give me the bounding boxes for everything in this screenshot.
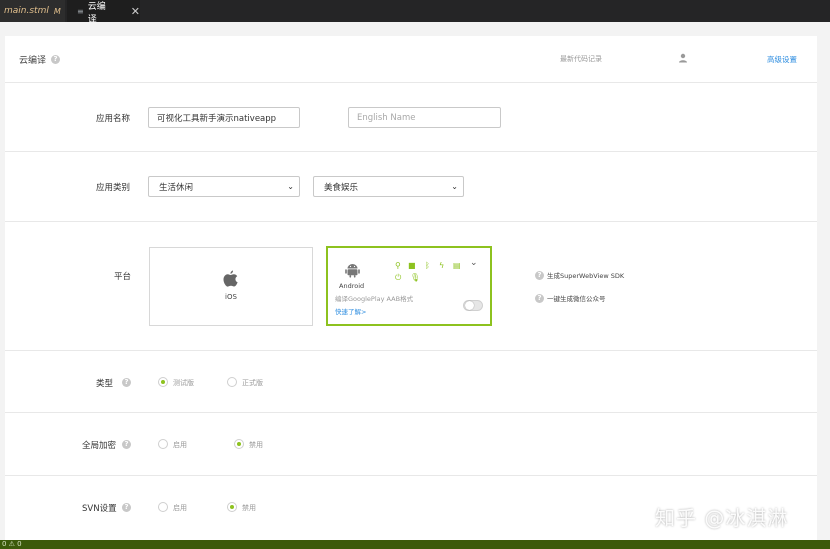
location-icon: ⚲ xyxy=(395,261,401,270)
power-icon: ⏻ xyxy=(395,273,402,282)
page-title: 云编译 ? xyxy=(19,53,61,66)
camera-icon: ■ xyxy=(408,261,416,270)
latest-code-link[interactable]: 最新代码记录 xyxy=(560,54,602,64)
category-primary-value: 生活休闲 xyxy=(159,182,194,193)
user-icon[interactable] xyxy=(678,53,688,63)
status-bar: 0 ⚠ 0 xyxy=(0,540,830,549)
aab-toggle[interactable] xyxy=(463,300,483,311)
android-platform-card[interactable]: Android ⚲ ■ ᛒ ϟ ▤ ⌄ ⏻ 🎙 编译GooglePlay AAB… xyxy=(326,246,492,326)
encryption-disable-label: 禁用 xyxy=(249,441,263,449)
app-name-label: 应用名称 xyxy=(96,114,131,124)
radio-encryption-enable[interactable] xyxy=(158,439,168,449)
editor-tab-bar: main.stml M ≡ 云编译 ✕ xyxy=(0,0,830,25)
radio-encryption-disable[interactable] xyxy=(234,439,244,449)
encryption-enable-label: 启用 xyxy=(173,441,187,449)
sdcard-icon: ▤ xyxy=(453,261,461,270)
close-icon[interactable]: ✕ xyxy=(131,5,140,18)
learn-more-link[interactable]: 快速了解> xyxy=(335,306,366,316)
watermark: 知乎 @冰淇淋 xyxy=(655,506,789,530)
build-type-row: 类型 ? 测试版 正式版 xyxy=(5,351,817,413)
microphone-icon: 🎙 xyxy=(410,273,421,282)
android-icon xyxy=(345,264,360,278)
tab-cloud-compile[interactable]: ≡ 云编译 ✕ xyxy=(67,0,140,25)
problems-count[interactable]: 0 ⚠ 0 xyxy=(2,540,22,548)
platform-label: 平台 xyxy=(114,272,132,282)
file-icon: ≡ xyxy=(77,7,84,16)
radio-svn-enable[interactable] xyxy=(158,502,168,512)
chevron-down-icon: ⌄ xyxy=(451,182,458,191)
encryption-row: 全局加密 ? 启用 禁用 xyxy=(5,413,817,476)
flash-icon: ϟ xyxy=(439,261,445,270)
svn-disable-label: 禁用 xyxy=(242,504,256,512)
advanced-settings-link[interactable]: 高级设置 xyxy=(767,54,797,65)
editor-area: 云编译 ? 最新代码记录 高级设置 应用名称 应用类别 生活休闲 ⌄ 美食娱 xyxy=(0,22,830,540)
tab-label: main.stml xyxy=(4,6,49,16)
tab-main-stml[interactable]: main.stml M xyxy=(0,0,65,22)
radio-release-build[interactable] xyxy=(227,377,237,387)
cloud-compile-panel: 云编译 ? 最新代码记录 高级设置 应用名称 应用类别 生活休闲 ⌄ 美食娱 xyxy=(5,36,817,540)
category-row: 应用类别 生活休闲 ⌄ 美食娱乐 ⌄ xyxy=(5,152,817,222)
app-name-input[interactable] xyxy=(148,107,300,128)
wechat-label: 一键生成微信公众号 xyxy=(547,295,606,303)
ios-platform-card[interactable]: iOS xyxy=(149,247,313,326)
wechat-option[interactable]: ? 一键生成微信公众号 xyxy=(535,293,606,303)
test-build-label: 测试版 xyxy=(173,379,194,387)
panel-header: 云编译 ? 最新代码记录 高级设置 xyxy=(5,36,817,83)
release-build-label: 正式版 xyxy=(242,379,263,387)
svn-enable-label: 启用 xyxy=(173,504,187,512)
help-icon[interactable]: ? xyxy=(535,270,544,280)
modified-indicator: M xyxy=(53,6,61,16)
help-icon[interactable]: ? xyxy=(51,55,61,64)
ios-label: iOS xyxy=(225,293,237,301)
help-icon[interactable]: ? xyxy=(122,378,131,387)
page-title-text: 云编译 xyxy=(19,56,47,66)
superwebview-label: 生成SuperWebView SDK xyxy=(547,272,625,280)
help-icon[interactable]: ? xyxy=(122,440,131,449)
radio-svn-disable[interactable] xyxy=(227,502,237,512)
apple-icon xyxy=(223,270,238,287)
radio-test-build[interactable] xyxy=(158,377,168,387)
category-label: 应用类别 xyxy=(96,183,131,193)
category-secondary-select[interactable]: 美食娱乐 ⌄ xyxy=(313,176,464,197)
platform-row: 平台 iOS Android ⚲ ■ ᛒ ϟ ▤ ⌄ ⏻ 🎙 编译GoogleP… xyxy=(5,222,817,351)
app-name-row: 应用名称 xyxy=(5,83,817,152)
superwebview-option[interactable]: ? 生成SuperWebView SDK xyxy=(535,270,624,280)
aab-note: 编译GooglePlay AAB格式 xyxy=(335,295,414,303)
build-type-label: 类型 xyxy=(96,379,114,389)
chevron-down-icon: ⌄ xyxy=(287,182,294,191)
tab-label: 云编译 xyxy=(87,1,106,25)
category-secondary-value: 美食娱乐 xyxy=(324,182,359,193)
category-primary-select[interactable]: 生活休闲 ⌄ xyxy=(148,176,300,197)
bluetooth-icon: ᛒ xyxy=(425,261,430,270)
expand-icon[interactable]: ⌄ xyxy=(470,258,478,268)
encryption-label: 全局加密 xyxy=(82,441,117,451)
english-name-input[interactable] xyxy=(348,107,501,128)
help-icon[interactable]: ? xyxy=(535,293,544,303)
help-icon[interactable]: ? xyxy=(122,503,131,512)
android-label: Android xyxy=(339,282,365,290)
svn-label: SVN设置 xyxy=(82,504,117,514)
